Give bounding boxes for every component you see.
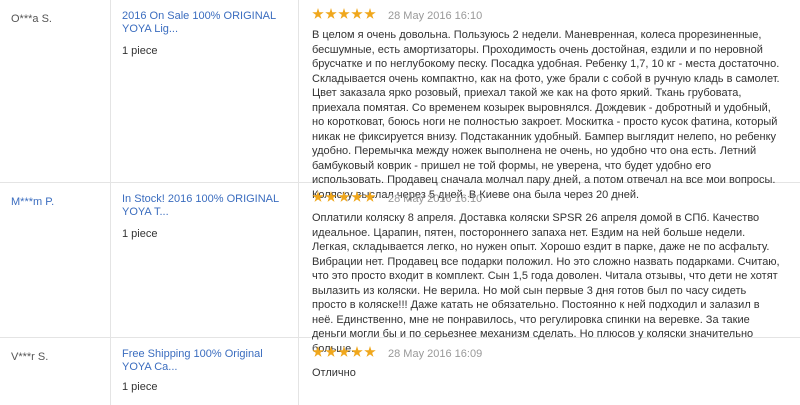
star-icon — [364, 346, 376, 357]
star-rating — [312, 346, 377, 360]
feedback-text: Оплатили коляску 8 апреля. Доставка коля… — [312, 212, 780, 355]
star-icon — [325, 8, 337, 19]
quantity: 1 piece — [122, 228, 158, 240]
feedback-list: O***a S. 2016 On Sale 100% ORIGINAL YOYA… — [0, 0, 800, 405]
product-link[interactable]: Free Shipping 100% Original YOYA Ca... — [122, 348, 290, 374]
product-cell: In Stock! 2016 100% ORIGINAL YOYA T... 1… — [110, 183, 299, 337]
product-cell: Free Shipping 100% Original YOYA Ca... 1… — [110, 338, 299, 405]
product-link[interactable]: 2016 On Sale 100% ORIGINAL YOYA Lig... — [122, 10, 290, 36]
feedback-cell: 28 May 2016 16:10 Оплатили коляску 8 апр… — [298, 183, 800, 355]
quantity: 1 piece — [122, 45, 158, 57]
star-icon — [312, 8, 324, 19]
star-icon — [325, 346, 337, 357]
star-icon — [351, 191, 363, 202]
star-icon — [364, 8, 376, 19]
feedback-row: O***a S. 2016 On Sale 100% ORIGINAL YOYA… — [0, 0, 800, 201]
star-icon — [351, 8, 363, 19]
buyer-cell: V***r S. — [0, 338, 111, 405]
star-rating — [312, 191, 377, 205]
star-icon — [312, 346, 324, 357]
feedback-row: V***r S. Free Shipping 100% Original YOY… — [0, 338, 800, 405]
star-rating — [312, 8, 377, 22]
buyer-name: O***a S. — [11, 13, 52, 25]
feedback-text: В целом я очень довольна. Пользуюсь 2 не… — [312, 29, 780, 201]
feedback-text: Отлично — [312, 367, 356, 379]
buyer-name[interactable]: M***m P. — [11, 196, 54, 208]
feedback-row: M***m P. In Stock! 2016 100% ORIGINAL YO… — [0, 183, 800, 355]
buyer-cell: M***m P. — [0, 183, 111, 337]
quantity: 1 piece — [122, 381, 158, 393]
feedback-date: 28 May 2016 16:10 — [388, 193, 483, 205]
star-icon — [338, 8, 350, 19]
star-icon — [325, 191, 337, 202]
star-icon — [312, 191, 324, 202]
feedback-date: 28 May 2016 16:09 — [388, 348, 483, 360]
product-cell: 2016 On Sale 100% ORIGINAL YOYA Lig... 1… — [110, 0, 299, 182]
star-icon — [338, 346, 350, 357]
feedback-cell: 28 May 2016 16:09 Отлично — [298, 338, 800, 405]
feedback-date: 28 May 2016 16:10 — [388, 10, 483, 22]
product-link[interactable]: In Stock! 2016 100% ORIGINAL YOYA T... — [122, 193, 290, 219]
buyer-cell: O***a S. — [0, 0, 111, 182]
star-icon — [351, 346, 363, 357]
buyer-name: V***r S. — [11, 351, 49, 363]
feedback-cell: 28 May 2016 16:10 В целом я очень доволь… — [298, 0, 800, 201]
star-icon — [364, 191, 376, 202]
star-icon — [338, 191, 350, 202]
